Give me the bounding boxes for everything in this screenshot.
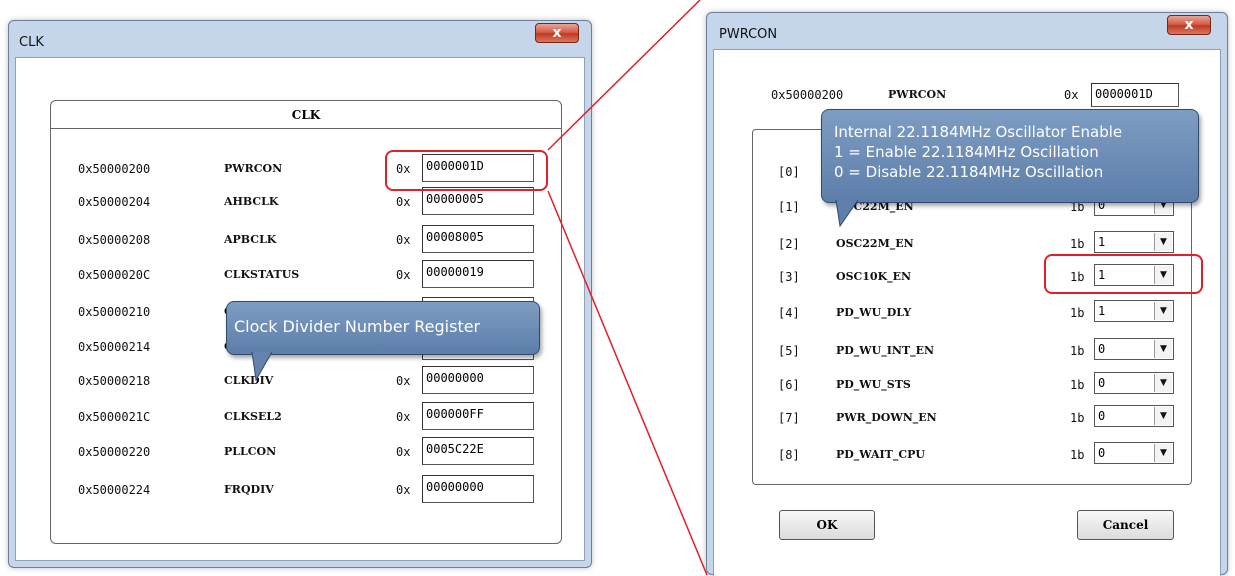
callout-lines — [547, 0, 708, 575]
